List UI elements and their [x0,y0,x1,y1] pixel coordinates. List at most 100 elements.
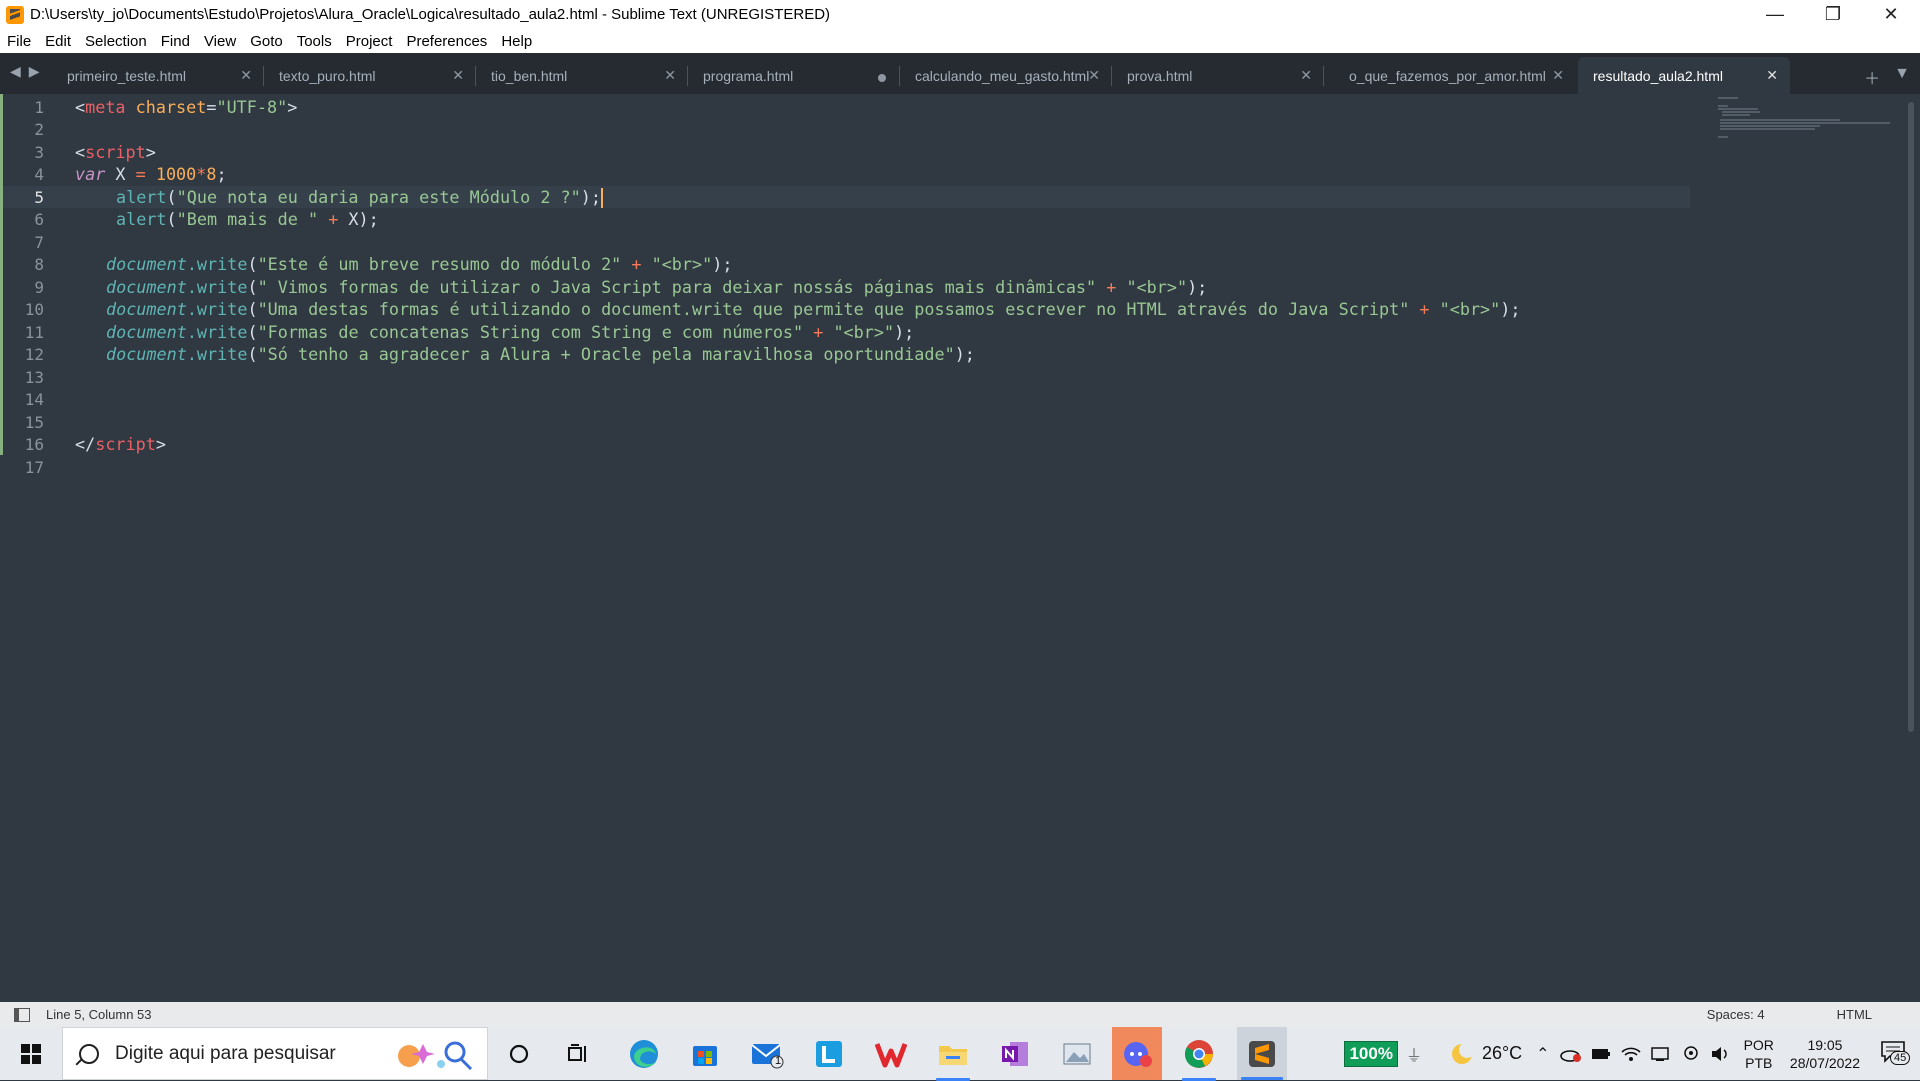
onedrive-icon[interactable] [1559,1045,1582,1063]
token: < [75,97,86,117]
tab-texto-puro[interactable]: texto_puro.html ✕ [264,57,476,94]
taskbar-search[interactable]: Digite aqui para pesquisar [62,1027,488,1080]
l-app-icon[interactable] [810,1035,848,1073]
token: .write [186,254,248,274]
wps-office-icon[interactable] [872,1035,910,1073]
tab-primeiro-teste[interactable]: primeiro_teste.html ✕ [52,57,264,94]
webcam-icon[interactable] [1680,1045,1702,1063]
token: script [85,142,146,162]
windows-logo-icon [21,1043,41,1064]
wifi-icon[interactable] [1620,1045,1642,1063]
tab-divider [1323,66,1324,86]
sublime-taskbar-icon[interactable] [1237,1027,1287,1080]
menu-project[interactable]: Project [339,33,400,50]
cortana-icon[interactable] [500,1035,538,1073]
editor-area[interactable]: 1 2 3 4 5 6 7 8 9 10 11 12 13 14 15 16 1… [0,94,1920,1002]
tab-prova[interactable]: prova.html ✕ [1112,57,1324,94]
token: ( [247,299,258,319]
token: "Uma destas formas é utilizando o docume… [257,299,1410,319]
window-title: D:\Users\ty_jo\Documents\Estudo\Projetos… [30,6,831,23]
vertical-scrollbar[interactable] [1908,102,1914,732]
tab-label: resultado_aula2.html [1593,68,1723,84]
menu-preferences[interactable]: Preferences [399,33,494,50]
code-line-16: </script> [75,434,166,454]
task-view-icon[interactable] [560,1035,598,1073]
code-line-3: <script> [75,142,156,162]
tab-close-icon[interactable]: ✕ [664,67,676,84]
edge-browser-icon[interactable] [625,1035,663,1073]
tab-close-icon[interactable]: ✕ [1552,67,1564,84]
tab-tio-ben[interactable]: tio_ben.html ✕ [476,57,688,94]
system-tray: 100% ⏚ 26°C ⌃ POR PTB 19:05 28/07/2022 4… [1344,1027,1920,1080]
syntax-setting[interactable]: HTML [1837,1007,1872,1022]
tab-resultado-aula2[interactable]: resultado_aula2.html ✕ [1578,57,1790,94]
battery-percent[interactable]: 100% [1344,1040,1398,1067]
code-line-5: alert("Que nota eu daria para este Módul… [116,187,603,208]
file-explorer-icon[interactable] [934,1035,972,1081]
tab-label: tio_ben.html [491,68,568,84]
tab-close-icon[interactable]: ✕ [1300,67,1312,84]
line-number: 4 [34,165,44,184]
code-line-1: <meta charset="UTF-8"> [75,97,297,117]
discord-icon[interactable] [1112,1027,1162,1080]
clock[interactable]: 19:05 28/07/2022 [1790,1036,1860,1072]
minimize-button[interactable]: — [1746,0,1804,29]
minimap[interactable] [1716,94,1896,154]
token: = [206,97,217,117]
menu-help[interactable]: Help [494,33,539,50]
chrome-icon[interactable] [1180,1035,1218,1081]
network-icon[interactable] [1650,1045,1672,1063]
token: ; [216,164,227,184]
tab-prev-icon[interactable]: ◀ [10,63,21,80]
tab-label: programa.html [703,68,794,84]
weather-temperature[interactable]: 26°C [1482,1043,1522,1064]
tab-close-icon[interactable]: ✕ [1088,67,1100,84]
line-number: 16 [24,435,44,454]
line-number: 14 [24,390,44,409]
tab-programa[interactable]: programa.html [688,57,900,94]
menu-goto[interactable]: Goto [243,33,290,50]
tab-calculando-meu-gasto[interactable]: calculando_meu_gasto.html ✕ [900,57,1112,94]
cursor-position: Line 5, Column 53 [46,1007,152,1022]
mail-icon[interactable]: 1 [748,1035,786,1073]
title-bar: D:\Users\ty_jo\Documents\Estudo\Projetos… [0,0,1920,29]
menu-edit[interactable]: Edit [38,33,78,50]
token: + [318,209,349,229]
tab-close-icon[interactable]: ✕ [452,67,464,84]
photos-app-icon[interactable] [1058,1035,1096,1073]
token: ); [894,322,915,342]
menu-view[interactable]: View [197,33,243,50]
start-button[interactable] [0,1027,62,1080]
mail-badge: 1 [775,1055,782,1067]
new-tab-icon[interactable]: ＋ [1864,65,1880,89]
tab-next-icon[interactable]: ▶ [29,63,40,80]
volume-icon[interactable] [1710,1045,1732,1063]
token: document [106,254,187,274]
token: 8 [206,164,217,184]
microsoft-store-icon[interactable] [686,1035,724,1073]
token: " Vimos formas de utilizar o Java Script… [257,277,1097,297]
side-panel-toggle-icon[interactable] [14,1007,30,1022]
tray-expand-icon[interactable]: ⌃ [1536,1044,1549,1064]
status-right: Spaces: 4 HTML [1707,1002,1920,1027]
tab-o-que-fazemos-por-amor[interactable]: o_que_fazemos_por_amor.html ✕ [1334,57,1576,94]
menu-file[interactable]: File [0,33,38,50]
battery-icon[interactable] [1590,1045,1612,1063]
input-language[interactable]: POR PTB [1744,1036,1774,1072]
menu-find[interactable]: Find [154,33,197,50]
notification-center-icon[interactable]: 45 [1880,1039,1912,1069]
tab-list-icon[interactable]: ▼ [1894,65,1910,89]
token: "<br>" [833,322,895,342]
indentation-setting[interactable]: Spaces: 4 [1707,1007,1765,1022]
close-button[interactable]: ✕ [1862,0,1920,29]
onenote-icon[interactable] [996,1035,1034,1073]
menu-tools[interactable]: Tools [290,33,339,50]
unsaved-dot-icon[interactable] [878,74,886,82]
tab-close-icon[interactable]: ✕ [240,67,252,84]
menu-selection[interactable]: Selection [78,33,154,50]
maximize-button[interactable]: ❐ [1804,0,1862,29]
line-number: 8 [34,255,44,274]
tab-close-icon[interactable]: ✕ [1766,67,1778,84]
language-code: POR [1743,1036,1774,1053]
weather-moon-icon[interactable] [1448,1040,1476,1068]
